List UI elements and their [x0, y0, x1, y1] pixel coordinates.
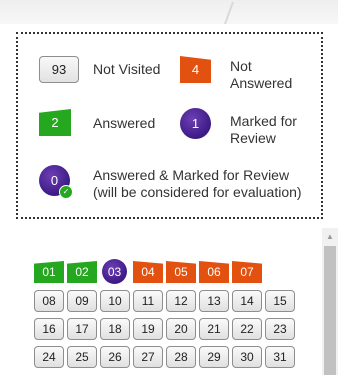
not-visited-count: 93 [51, 62, 67, 77]
question-button-29[interactable]: 29 [199, 346, 229, 368]
question-button-12[interactable]: 12 [166, 290, 196, 312]
marked-count: 1 [191, 116, 200, 131]
answered-label: Answered [93, 115, 156, 131]
marked-for-review-icon: 1 [180, 108, 211, 139]
answered-icon: 2 [39, 109, 71, 136]
question-button-26[interactable]: 26 [100, 346, 130, 368]
answered-marked-count: 0 [50, 173, 59, 188]
question-button-24[interactable]: 24 [34, 346, 64, 368]
triangle-up-icon[interactable]: ▲ [326, 232, 334, 241]
marked-label-line2: Review [230, 130, 276, 146]
question-button-08[interactable]: 08 [34, 290, 64, 312]
top-strip [0, 0, 338, 24]
answered-count: 2 [51, 115, 59, 130]
question-button-01[interactable]: 01 [34, 261, 64, 283]
question-button-27[interactable]: 27 [133, 346, 163, 368]
answered-marked-label-line1: Answered & Marked for Review [93, 167, 290, 183]
question-button-20[interactable]: 20 [166, 318, 196, 340]
scrollbar-thumb[interactable] [324, 246, 336, 375]
question-button-11[interactable]: 11 [133, 290, 163, 312]
not-answered-label-line1: Not [230, 58, 252, 74]
not-answered-icon: 4 [180, 56, 211, 83]
question-button-30[interactable]: 30 [232, 346, 262, 368]
marked-for-review-label: Marked for Review [230, 113, 297, 147]
question-button-17[interactable]: 17 [67, 318, 97, 340]
question-button-22[interactable]: 22 [232, 318, 262, 340]
not-answered-label-line2: Answered [230, 75, 293, 91]
question-button-09[interactable]: 09 [67, 290, 97, 312]
question-button-28[interactable]: 28 [166, 346, 196, 368]
answered-marked-icon: 0 ✓ [39, 165, 73, 199]
marked-label-line1: Marked for [230, 113, 297, 129]
question-grid: 01 02 03 04 05 06 07 08 09 10 11 12 13 14 15 16 17 18 19 20… [34, 259, 324, 374]
question-button-05[interactable]: 05 [166, 261, 196, 283]
question-palette: 01 02 03 04 05 06 07 08 09 10 11 12 13 14 15 16 17 18 19 20… [16, 228, 323, 375]
question-button-13[interactable]: 13 [199, 290, 229, 312]
palette-row: 16 17 18 19 20 21 22 23 [34, 318, 324, 340]
palette-row: 08 09 10 11 12 13 14 15 [34, 290, 324, 312]
palette-row: 01 02 03 04 05 06 07 [34, 259, 324, 284]
question-button-21[interactable]: 21 [199, 318, 229, 340]
question-button-07[interactable]: 07 [232, 261, 262, 283]
question-button-18[interactable]: 18 [100, 318, 130, 340]
answered-marked-label: Answered & Marked for Review (will be co… [93, 167, 302, 201]
question-button-19[interactable]: 19 [133, 318, 163, 340]
not-visited-icon: 93 [39, 56, 79, 83]
question-button-23[interactable]: 23 [265, 318, 295, 340]
question-button-04[interactable]: 04 [133, 261, 163, 283]
palette-scrollbar[interactable]: ▲ [322, 228, 338, 375]
question-button-25[interactable]: 25 [67, 346, 97, 368]
not-answered-label: Not Answered [230, 58, 292, 92]
divider [223, 2, 235, 24]
palette-row: 24 25 26 27 28 29 30 31 [34, 346, 324, 368]
question-button-31[interactable]: 31 [265, 346, 295, 368]
question-button-14[interactable]: 14 [232, 290, 262, 312]
check-badge-icon: ✓ [59, 185, 73, 199]
question-button-10[interactable]: 10 [100, 290, 130, 312]
not-answered-count: 4 [191, 62, 200, 77]
question-button-06[interactable]: 06 [199, 261, 229, 283]
status-legend: 93 Not Visited 4 Not Answered 2 Answered… [16, 32, 323, 219]
question-button-16[interactable]: 16 [34, 318, 64, 340]
question-button-03[interactable]: 03 [102, 259, 127, 284]
not-visited-label: Not Visited [93, 61, 161, 77]
answered-marked-label-line2: (will be considered for evaluation) [93, 184, 302, 200]
question-button-15[interactable]: 15 [265, 290, 295, 312]
question-button-02[interactable]: 02 [67, 261, 97, 283]
